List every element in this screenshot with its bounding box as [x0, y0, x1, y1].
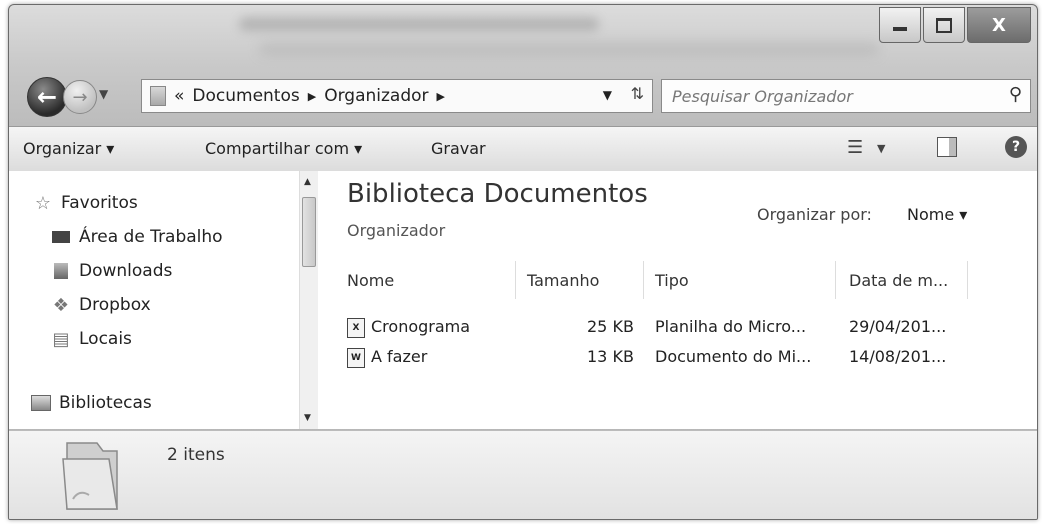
navigation-bar: ← → ▼ « Documentos ▶ Organizador ▶ ▼ ⇅ P…	[19, 75, 1031, 117]
search-icon[interactable]: ⚲	[1009, 84, 1022, 105]
file-date: 14/08/201...	[849, 347, 947, 366]
forward-button[interactable]: →	[63, 80, 97, 114]
search-placeholder: Pesquisar Organizador	[672, 86, 853, 106]
breadcrumb-separator-icon[interactable]: ▶	[308, 90, 316, 103]
breadcrumb-separator-icon[interactable]: ▶	[437, 90, 445, 103]
library-subtitle: Organizador	[347, 221, 446, 240]
file-size: 25 KB	[587, 317, 634, 336]
caption-buttons: X	[879, 7, 1031, 43]
sidebar-item-label: Dropbox	[79, 295, 151, 315]
arrange-by-label: Organizar por:	[757, 205, 872, 224]
sidebar-item-bibliotecas[interactable]: Bibliotecas	[31, 393, 152, 413]
file-name-cell: X Cronograma	[347, 317, 470, 338]
file-name: Cronograma	[371, 317, 471, 336]
column-header-data[interactable]: Data de m...	[849, 271, 948, 290]
sidebar-item-label: Locais	[79, 329, 132, 349]
downloads-icon	[51, 262, 71, 280]
minimize-button[interactable]	[879, 7, 921, 43]
back-button[interactable]: ←	[27, 77, 67, 117]
column-header-tamanho[interactable]: Tamanho	[527, 271, 599, 290]
file-name: A fazer	[371, 347, 428, 366]
content-area: ☆ Favoritos Área de Trabalho Downloads ❖…	[9, 171, 1037, 429]
dropbox-icon: ❖	[52, 294, 70, 316]
desktop-icon	[51, 228, 71, 246]
star-icon: ☆	[34, 192, 52, 214]
arrow-right-icon: →	[72, 86, 88, 108]
column-divider[interactable]	[967, 261, 968, 299]
sidebar-item-locais[interactable]: ▤ Locais	[51, 328, 132, 350]
sidebar-item-label: Área de Trabalho	[79, 227, 223, 247]
blurred-background	[259, 43, 879, 55]
column-header-tipo[interactable]: Tipo	[655, 271, 689, 290]
maximize-button[interactable]	[923, 7, 965, 43]
file-name-cell: W A fazer	[347, 347, 427, 368]
breadcrumb-documentos[interactable]: Documentos	[192, 86, 299, 106]
explorer-window: X ← → ▼ « Documentos ▶ Organizador ▶ ▼ ⇅…	[8, 4, 1038, 520]
breadcrumb-overflow[interactable]: «	[174, 86, 184, 106]
folder-icon	[150, 86, 166, 106]
navigation-pane: ☆ Favoritos Área de Trabalho Downloads ❖…	[9, 171, 318, 429]
minimize-icon	[893, 27, 907, 31]
file-size: 13 KB	[587, 347, 634, 366]
arrow-left-icon: ←	[36, 83, 58, 111]
recent-pages-dropdown[interactable]: ▼	[99, 87, 108, 101]
arrange-by-dropdown[interactable]: Nome ▾	[907, 205, 967, 224]
details-pane: 2 itens	[9, 430, 1037, 519]
places-icon: ▤	[52, 328, 70, 350]
scroll-up-icon[interactable]: ▲	[304, 177, 311, 187]
breadcrumb-organizador[interactable]: Organizador	[324, 86, 428, 106]
file-type: Documento do Mi...	[655, 347, 812, 366]
library-title: Biblioteca Documentos	[347, 179, 648, 209]
file-list-pane: Biblioteca Documentos Organizador Organi…	[331, 171, 1031, 429]
command-bar: Organizar ▾ Compartilhar com ▾ Gravar ☰ …	[9, 126, 1037, 172]
column-divider[interactable]	[515, 261, 516, 299]
scroll-down-icon[interactable]: ▼	[304, 413, 311, 423]
address-dropdown-icon[interactable]: ▼	[603, 88, 612, 102]
refresh-icon[interactable]: ⇅	[631, 84, 644, 103]
close-button[interactable]: X	[967, 7, 1031, 43]
file-row[interactable]: X Cronograma 25 KB Planilha do Micro... 2…	[347, 317, 987, 343]
sidebar-item-label: Bibliotecas	[59, 393, 152, 413]
file-row[interactable]: W A fazer 13 KB Documento do Mi... 14/08/…	[347, 347, 987, 373]
search-input[interactable]: Pesquisar Organizador ⚲	[661, 79, 1031, 113]
column-divider[interactable]	[835, 261, 836, 299]
folder-icon	[62, 442, 118, 510]
sidebar-item-label: Downloads	[79, 261, 173, 281]
column-divider[interactable]	[643, 261, 644, 299]
maximize-icon	[936, 17, 952, 33]
sidebar-item-area-de-trabalho[interactable]: Área de Trabalho	[51, 227, 223, 247]
share-menu[interactable]: Compartilhar com ▾	[205, 139, 362, 158]
sidebar-item-downloads[interactable]: Downloads	[51, 261, 172, 281]
navigation-scrollbar[interactable]: ▲ ▼	[299, 171, 318, 429]
close-icon: X	[992, 14, 1006, 36]
preview-pane-icon[interactable]	[937, 137, 957, 157]
organize-menu[interactable]: Organizar ▾	[23, 139, 114, 158]
library-icon	[31, 394, 51, 412]
word-file-icon: W	[347, 347, 365, 368]
view-options-icon[interactable]: ☰	[847, 137, 863, 158]
excel-file-icon: X	[347, 317, 365, 338]
sidebar-item-dropbox[interactable]: ❖ Dropbox	[51, 294, 151, 316]
sidebar-item-favoritos[interactable]: ☆ Favoritos	[33, 192, 138, 214]
item-count: 2 itens	[167, 445, 225, 465]
file-date: 29/04/201...	[849, 317, 947, 336]
file-type: Planilha do Micro...	[655, 317, 807, 336]
chevron-down-icon: ▼	[99, 87, 109, 101]
view-dropdown-icon[interactable]: ▼	[877, 142, 885, 155]
burn-button[interactable]: Gravar	[431, 139, 486, 158]
sidebar-item-label: Favoritos	[61, 193, 138, 213]
column-headers: Nome Tamanho Tipo Data de m...	[347, 261, 987, 299]
blurred-background	[239, 17, 599, 31]
address-bar[interactable]: « Documentos ▶ Organizador ▶ ▼ ⇅	[141, 79, 653, 113]
column-header-nome[interactable]: Nome	[347, 271, 394, 290]
help-icon[interactable]: ?	[1005, 136, 1027, 158]
scrollbar-thumb[interactable]	[302, 197, 316, 267]
